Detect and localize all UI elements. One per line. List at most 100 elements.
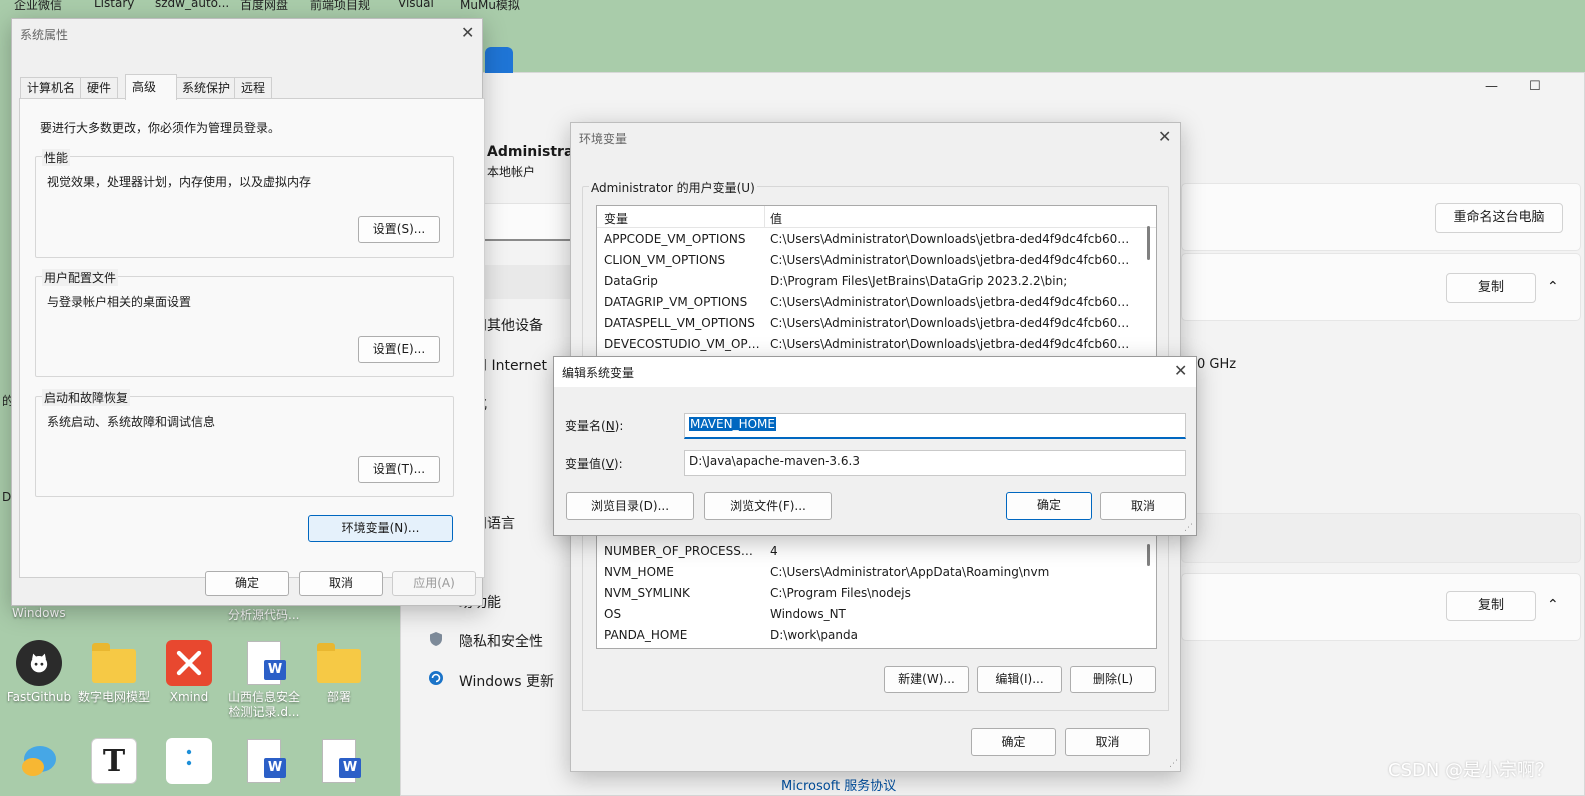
desktop-icon-label: 山西信息安全检测记录.d... bbox=[227, 690, 300, 719]
cancel-button[interactable]: 取消 bbox=[1065, 728, 1150, 756]
tab-system-protection[interactable]: 系统保护 bbox=[175, 77, 238, 99]
table-row[interactable]: NVM_HOME C:\Users\Administrator\AppData\… bbox=[597, 563, 1156, 584]
tab-remote[interactable]: 远程 bbox=[234, 77, 273, 99]
scrollbar[interactable] bbox=[1147, 544, 1150, 566]
desktop-icon-label[interactable]: Listary bbox=[94, 0, 134, 10]
profile-settings-button[interactable]: 设置(E)... bbox=[358, 336, 440, 363]
edit-variable-button[interactable]: 编辑(I)... bbox=[977, 666, 1062, 693]
table-row[interactable]: CLION_VM_OPTIONS C:\Users\Administrator\… bbox=[597, 251, 1156, 272]
desktop-icon-word-doc[interactable]: W bbox=[300, 738, 378, 784]
resize-grip-icon[interactable]: ⋰ bbox=[1184, 523, 1193, 533]
copy-button[interactable]: 复制 bbox=[1446, 273, 1536, 303]
variable-value: C:\Users\Administrator\AppData\Roaming\n… bbox=[770, 565, 1050, 579]
dialog-title: 环境变量 bbox=[579, 132, 628, 146]
desktop-icon-label[interactable]: 前端项目规 bbox=[310, 0, 370, 13]
performance-settings-button[interactable]: 设置(S)... bbox=[358, 216, 440, 243]
user-variables-list[interactable]: 变量 值 APPCODE_VM_OPTIONS C:\Users\Adminis… bbox=[596, 205, 1157, 357]
selected-text: MAVEN_HOME bbox=[689, 417, 776, 431]
close-icon[interactable]: ✕ bbox=[1158, 127, 1171, 146]
advanced-tab-panel: 要进行大多数更改，你必须作为管理员登录。 性能 视觉效果，处理器计划，内存使用，… bbox=[19, 98, 485, 578]
desktop-icon-label: Xmind bbox=[169, 690, 209, 704]
variable-name: NVM_SYMLINK bbox=[604, 586, 690, 600]
ok-button[interactable]: 确定 bbox=[971, 728, 1056, 756]
new-variable-button[interactable]: 新建(W)... bbox=[884, 666, 969, 693]
desktop-icon-fastgithub[interactable]: FastGithub bbox=[0, 640, 78, 705]
github-cat-icon bbox=[16, 640, 62, 686]
desktop-icon-label[interactable]: 百度网盘 bbox=[240, 0, 288, 13]
desktop-icon-label[interactable]: szdw_auto... bbox=[155, 0, 229, 10]
table-row[interactable]: DATASPELL_VM_OPTIONS C:\Users\Administra… bbox=[597, 314, 1156, 335]
variable-name: DEVECOSTUDIO_VM_OPT... bbox=[604, 337, 762, 351]
desktop-icon-label: FastGithub bbox=[6, 690, 72, 704]
table-row[interactable]: DEVECOSTUDIO_VM_OPT... C:\Users\Administ… bbox=[597, 335, 1156, 356]
maximize-icon[interactable]: ☐ bbox=[1529, 79, 1541, 94]
copy-button[interactable]: 复制 bbox=[1446, 591, 1536, 621]
tab-hardware[interactable]: 硬件 bbox=[80, 77, 119, 99]
table-row[interactable]: DataGrip D:\Program Files\JetBrains\Data… bbox=[597, 272, 1156, 293]
table-row[interactable]: NVM_SYMLINK C:\Program Files\nodejs bbox=[597, 584, 1156, 605]
delete-variable-button[interactable]: 删除(L) bbox=[1070, 666, 1156, 693]
browse-file-button[interactable]: 浏览文件(F)... bbox=[704, 492, 832, 520]
table-row[interactable]: NUMBER_OF_PROCESSORS 4 bbox=[597, 542, 1156, 563]
table-row[interactable]: OS Windows_NT bbox=[597, 605, 1156, 626]
desktop-icon-label[interactable]: 企业微信 bbox=[14, 0, 62, 13]
desktop-icon-folder[interactable]: 部署 bbox=[300, 640, 378, 705]
column-header-variable[interactable]: 变量 bbox=[604, 210, 628, 227]
watermark: CSDN @是小宗啊？ bbox=[1388, 760, 1554, 781]
tab-computer-name[interactable]: 计算机名 bbox=[20, 77, 83, 99]
table-row[interactable]: APPCODE_VM_OPTIONS C:\Users\Administrato… bbox=[597, 230, 1156, 251]
desktop-icon-typora[interactable]: T bbox=[75, 738, 153, 784]
scrollbar[interactable] bbox=[1147, 226, 1150, 260]
tab-advanced[interactable]: 高级 bbox=[125, 74, 177, 100]
table-row[interactable]: PANDA_HOME D:\work\panda bbox=[597, 626, 1156, 647]
desktop-icon-label[interactable]: Visual bbox=[398, 0, 434, 10]
browse-directory-button[interactable]: 浏览目录(D)... bbox=[566, 492, 694, 520]
cpu-speed-fragment: 0 GHz bbox=[1197, 357, 1237, 372]
group-title: 性能 bbox=[42, 149, 71, 166]
desktop-icon-chat[interactable] bbox=[0, 738, 78, 784]
rename-pc-button[interactable]: 重命名这台电脑 bbox=[1435, 203, 1563, 233]
folder-icon bbox=[91, 640, 137, 686]
variable-name: OS bbox=[604, 607, 622, 621]
desktop-icon-label[interactable]: Windows bbox=[12, 606, 66, 620]
column-header-value[interactable]: 值 bbox=[770, 210, 782, 227]
chevron-up-icon[interactable]: ⌃ bbox=[1547, 597, 1559, 613]
close-icon[interactable]: ✕ bbox=[461, 23, 474, 42]
variable-name: DataGrip bbox=[604, 274, 658, 288]
edit-system-variable-dialog: 编辑系统变量 ✕ 变量名(N): MAVEN_HOME 变量值(V): D:\J… bbox=[553, 356, 1197, 536]
variable-name-input[interactable]: MAVEN_HOME bbox=[684, 413, 1186, 439]
apply-button[interactable]: 应用(A) bbox=[392, 571, 476, 596]
variable-value: C:\Users\Administrator\Downloads\jetbra-… bbox=[770, 337, 1135, 351]
minimize-icon[interactable]: — bbox=[1485, 79, 1498, 94]
service-agreement-link[interactable]: Microsoft 服务协议 bbox=[781, 775, 896, 794]
environment-variables-button[interactable]: 环境变量(N)... bbox=[308, 515, 453, 542]
admin-note: 要进行大多数更改，你必须作为管理员登录。 bbox=[40, 121, 281, 135]
desktop-icon-word-doc[interactable]: W bbox=[225, 738, 303, 784]
variable-name: APPCODE_VM_OPTIONS bbox=[604, 232, 746, 246]
desktop-icon-folder[interactable]: 数字电网模型 bbox=[75, 640, 153, 705]
variable-value: C:\Users\Administrator\Downloads\jetbra-… bbox=[770, 232, 1135, 246]
close-icon[interactable]: ✕ bbox=[1174, 361, 1187, 380]
variable-value-input[interactable]: D:\Java\apache-maven-3.6.3 bbox=[684, 450, 1186, 476]
nav-item-windows-update[interactable]: Windows 更新 bbox=[459, 671, 554, 691]
resize-grip-icon[interactable]: ⋰ bbox=[1169, 759, 1178, 769]
desktop-icon-label[interactable]: MuMu模拟 bbox=[460, 0, 520, 13]
desktop-icon-xmind[interactable]: Xmind bbox=[150, 640, 228, 705]
desktop-icon-word-doc[interactable]: W 山西信息安全检测记录.d... bbox=[225, 640, 303, 720]
system-variables-list[interactable]: NUMBER_OF_PROCESSORS 4 NVM_HOME C:\Users… bbox=[596, 533, 1157, 649]
desktop-icon-app[interactable] bbox=[150, 738, 228, 784]
ok-button[interactable]: 确定 bbox=[1006, 492, 1092, 520]
cancel-button[interactable]: 取消 bbox=[1100, 492, 1186, 520]
word-doc-icon: W bbox=[241, 738, 287, 784]
cancel-button[interactable]: 取消 bbox=[299, 571, 383, 596]
table-row[interactable]: DATAGRIP_VM_OPTIONS C:\Users\Administrat… bbox=[597, 293, 1156, 314]
variable-name: PANDA_HOME bbox=[604, 628, 688, 642]
list-header: 变量 值 bbox=[597, 206, 1156, 228]
chevron-up-icon[interactable]: ⌃ bbox=[1547, 279, 1559, 295]
dots-app-icon bbox=[166, 738, 212, 784]
startup-settings-button[interactable]: 设置(T)... bbox=[358, 456, 440, 483]
variable-name-label: 变量名(N): bbox=[565, 419, 624, 433]
nav-item-privacy[interactable]: 隐私和安全性 bbox=[459, 631, 543, 651]
desktop-icon-label[interactable]: 分析源代码... bbox=[228, 606, 299, 623]
ok-button[interactable]: 确定 bbox=[205, 571, 289, 596]
